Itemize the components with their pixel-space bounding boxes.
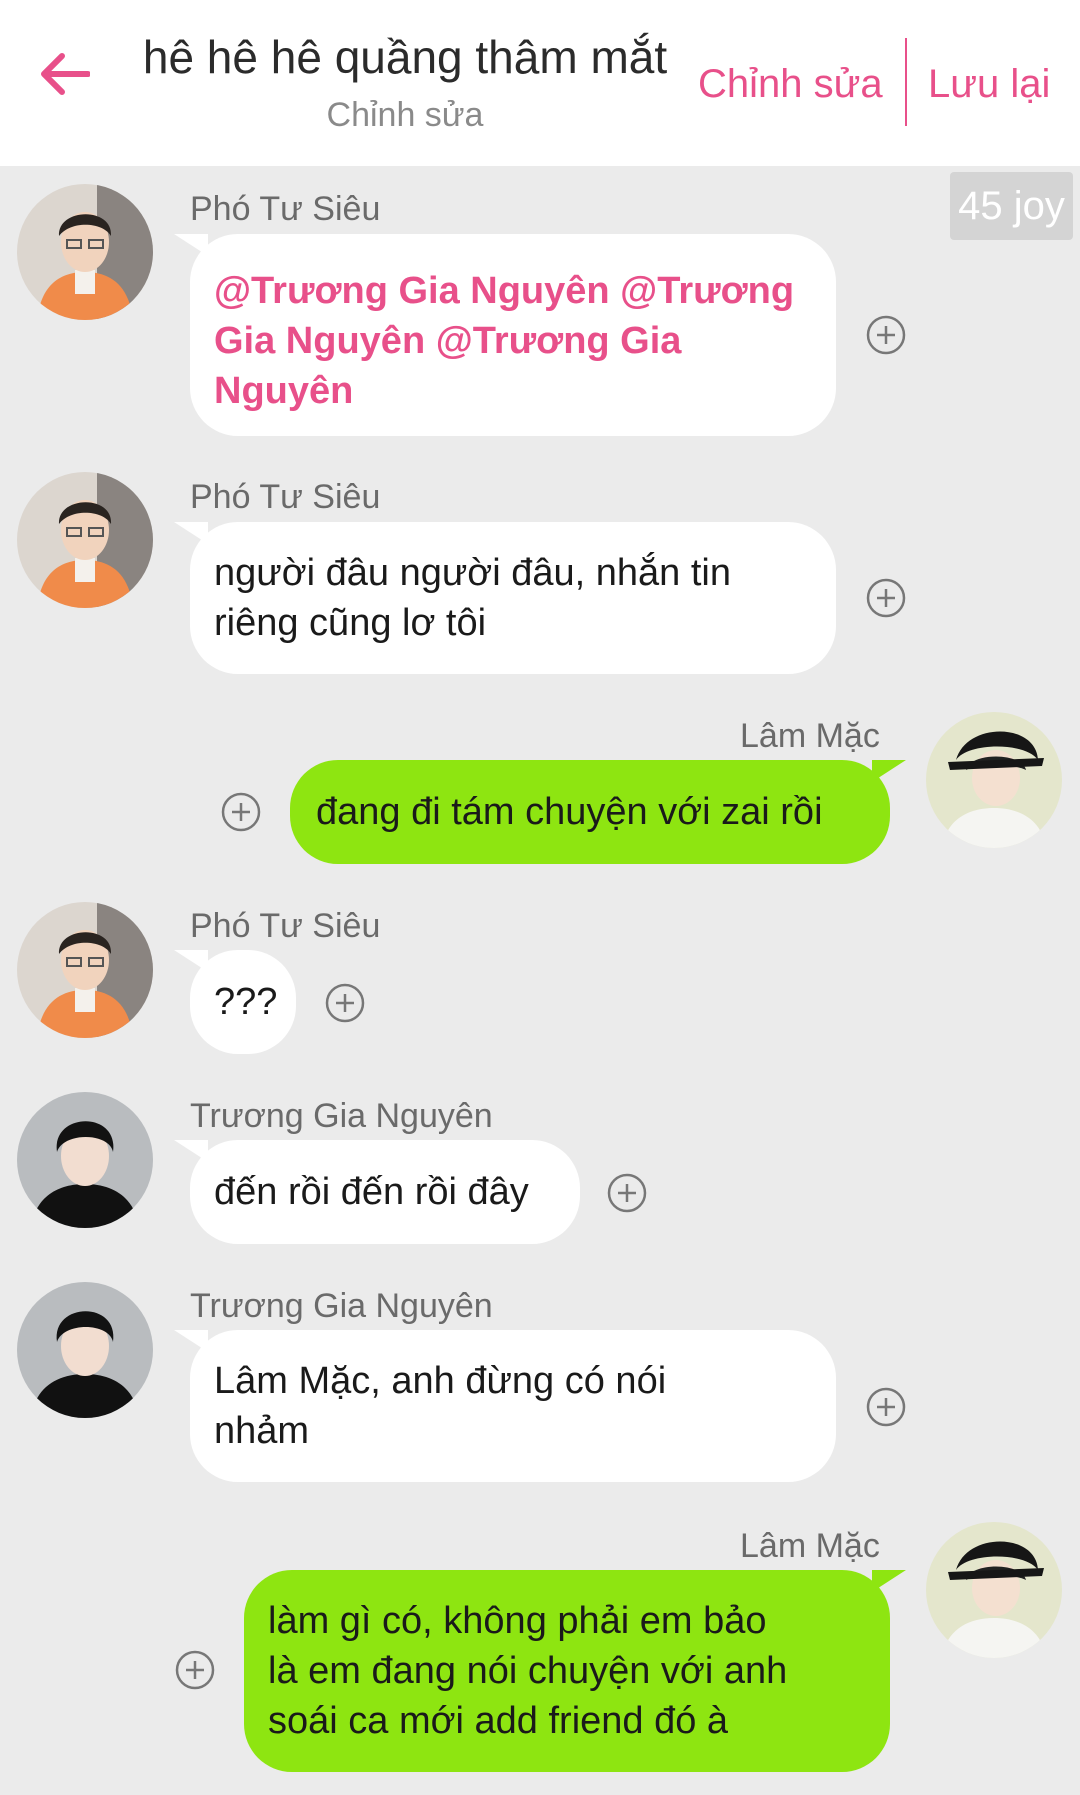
avatar-lam-mac[interactable] xyxy=(926,712,1062,848)
sender-name: Phó Tư Siêu xyxy=(190,907,381,945)
message-text: soái ca mới add friend đó à xyxy=(268,1700,729,1742)
sender-name: Phó Tư Siêu xyxy=(190,478,381,516)
add-reaction-icon[interactable] xyxy=(607,1173,647,1213)
avatar-pho-tu-sieu[interactable] xyxy=(17,902,153,1038)
message-text: làm gì có, không phải em bảo xyxy=(268,1600,767,1642)
message-bubble[interactable]: @Trương Gia Nguyên @Trương Gia Nguyên @T… xyxy=(174,234,836,436)
message-text: nhảm xyxy=(214,1410,310,1452)
sender-name: Phó Tư Siêu xyxy=(190,190,381,228)
message-text: Lâm Mặc, anh đừng có nói xyxy=(214,1360,667,1402)
chat-header: hê hê hê quầng thâm mắt Chỉnh sửa Chỉnh … xyxy=(0,0,1080,166)
message-text: ??? xyxy=(214,981,278,1023)
avatar-truong-gia-nguyen[interactable] xyxy=(17,1092,153,1228)
sender-name: Lâm Mặc xyxy=(740,717,880,755)
message-text: riêng cũng lơ tôi xyxy=(214,602,487,644)
sender-name: Lâm Mặc xyxy=(740,1527,880,1565)
message-bubble[interactable]: đến rồi đến rồi đây xyxy=(174,1140,580,1244)
message-bubble[interactable]: đang đi tám chuyện với zai rồi xyxy=(290,760,906,864)
message-text: người đâu người đâu, nhắn tin xyxy=(214,552,731,594)
add-reaction-icon[interactable] xyxy=(175,1650,215,1690)
joy-badge: 45 joy xyxy=(950,172,1073,240)
save-button[interactable]: Lưu lại xyxy=(928,62,1050,107)
avatar-truong-gia-nguyen[interactable] xyxy=(17,1282,153,1418)
message-bubble[interactable]: làm gì có, không phải em bảo là em đang … xyxy=(244,1570,906,1772)
sender-name: Trương Gia Nguyên xyxy=(190,1097,493,1135)
sender-name: Trương Gia Nguyên xyxy=(190,1287,493,1325)
message-bubble[interactable]: ??? xyxy=(174,950,296,1054)
message-bubble[interactable]: Lâm Mặc, anh đừng có nói nhảm xyxy=(174,1330,836,1482)
add-reaction-icon[interactable] xyxy=(221,792,261,832)
message-text: đang đi tám chuyện với zai rồi xyxy=(316,791,823,833)
add-reaction-icon[interactable] xyxy=(866,578,906,618)
mention-line[interactable]: @Trương Gia Nguyên @Trương xyxy=(214,266,812,316)
avatar-pho-tu-sieu[interactable] xyxy=(17,184,153,320)
add-reaction-icon[interactable] xyxy=(325,983,365,1023)
message-bubble[interactable]: người đâu người đâu, nhắn tin riêng cũng… xyxy=(174,522,836,674)
header-divider xyxy=(905,38,907,126)
mention-line[interactable]: Gia Nguyên @Trương Gia xyxy=(214,316,812,366)
message-text: là em đang nói chuyện với anh xyxy=(268,1650,788,1692)
avatar-pho-tu-sieu[interactable] xyxy=(17,472,153,608)
chat-title: hê hê hê quầng thâm mắt xyxy=(142,31,668,83)
avatar-lam-mac[interactable] xyxy=(926,1522,1062,1658)
add-reaction-icon[interactable] xyxy=(866,315,906,355)
message-text: đến rồi đến rồi đây xyxy=(214,1171,529,1213)
edit-button[interactable]: Chỉnh sửa xyxy=(698,62,883,107)
add-reaction-icon[interactable] xyxy=(866,1387,906,1427)
chat-subtitle: Chỉnh sửa xyxy=(326,96,484,134)
mention-line[interactable]: Nguyên xyxy=(214,366,812,416)
back-arrow-icon[interactable] xyxy=(38,52,108,112)
